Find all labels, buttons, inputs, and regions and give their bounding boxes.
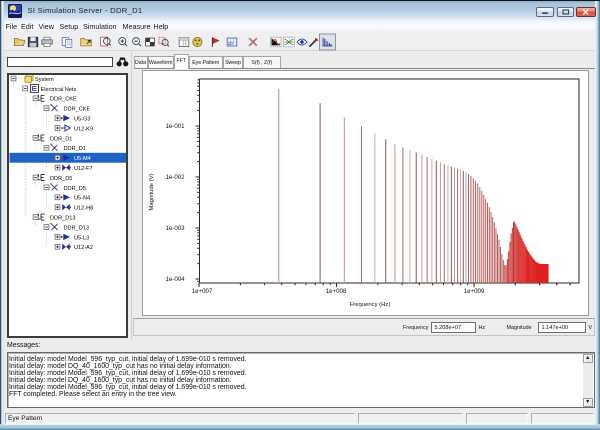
svg-text:U5-N4: U5-N4: [74, 195, 90, 201]
svg-text:Electrical Nets: Electrical Nets: [40, 86, 76, 92]
svg-text:DDR_D1: DDR_D1: [63, 146, 85, 152]
svg-text:U5-L3: U5-L3: [74, 235, 89, 241]
svg-text:DDR_CKE: DDR_CKE: [63, 106, 90, 112]
svg-text:U12-K9: U12-K9: [74, 126, 93, 132]
svg-text:DDR_D5: DDR_D5: [63, 185, 85, 191]
svg-text:U12-F7: U12-F7: [74, 166, 93, 172]
svg-text:1e-004: 1e-004: [166, 276, 186, 283]
svg-text:10: 10: [228, 41, 233, 46]
svg-text:Magnitude (V): Magnitude (V): [149, 173, 155, 210]
svg-text:DDR_CKE: DDR_CKE: [50, 96, 77, 102]
svg-text:U5-M4: U5-M4: [74, 156, 91, 162]
svg-text:DDR_D1: DDR_D1: [50, 136, 72, 142]
svg-text:DDR_D13: DDR_D13: [63, 225, 89, 231]
svg-text:1e-002: 1e-002: [166, 174, 186, 181]
svg-text:U5-G3: U5-G3: [74, 116, 90, 122]
svg-text:System: System: [35, 76, 54, 82]
svg-text:Frequency (Hz): Frequency (Hz): [350, 302, 391, 308]
svg-text:U12-H8: U12-H8: [74, 205, 93, 211]
svg-text:DDR_D13: DDR_D13: [50, 215, 76, 221]
svg-text:1e+008: 1e+008: [326, 288, 347, 295]
svg-text:1e+009: 1e+009: [464, 288, 485, 295]
svg-text:1e+007: 1e+007: [192, 288, 213, 295]
svg-text:1e-001: 1e-001: [166, 123, 186, 130]
svg-text:DDR_D5: DDR_D5: [50, 175, 72, 181]
svg-text:1e-003: 1e-003: [166, 225, 186, 232]
svg-text:U12-A2: U12-A2: [74, 245, 93, 251]
